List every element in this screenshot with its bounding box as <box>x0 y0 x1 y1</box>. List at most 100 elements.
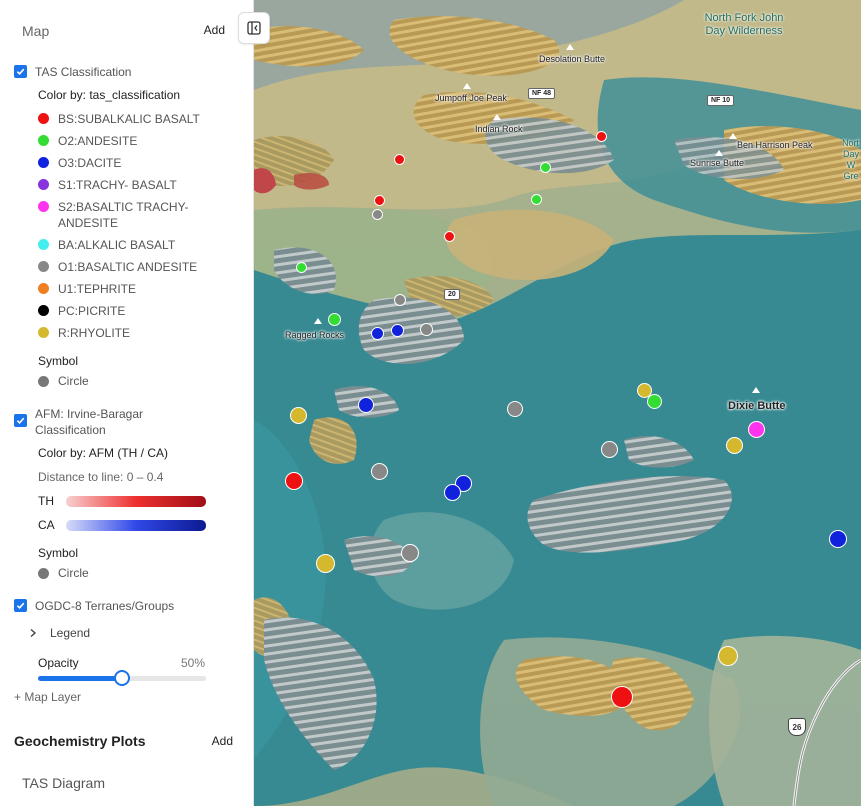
geochem-section-title: Geochemistry Plots <box>14 733 146 749</box>
sample-point[interactable] <box>531 194 542 205</box>
add-map-layer-button[interactable]: + Map Layer <box>14 690 81 704</box>
sample-point[interactable] <box>748 421 765 438</box>
th-label: TH <box>38 494 54 508</box>
desolation-butte-label: Desolation Butte <box>539 54 606 64</box>
sample-point[interactable] <box>372 209 383 220</box>
afm-color-by: Color by: AFM (TH / CA) <box>38 446 169 460</box>
sample-point[interactable] <box>290 407 307 424</box>
sample-point[interactable] <box>285 472 303 490</box>
legend-color-swatch <box>38 305 49 316</box>
sample-point[interactable] <box>371 463 388 480</box>
add-plot-button[interactable]: Add <box>212 734 233 748</box>
afm-layer-checkbox[interactable] <box>14 414 27 427</box>
legend-label: O2:ANDESITE <box>58 134 138 148</box>
tas-layer-checkbox[interactable] <box>14 65 27 78</box>
sample-point[interactable] <box>540 162 551 173</box>
legend-color-swatch <box>38 327 49 338</box>
th-color-ramp <box>66 495 206 507</box>
sample-point[interactable] <box>444 231 455 242</box>
ogdc-legend-toggle[interactable]: Legend <box>28 626 90 640</box>
tas-legend-item: BA:ALKALIC BASALT <box>38 237 218 253</box>
sample-point[interactable] <box>611 686 633 708</box>
sample-point[interactable] <box>401 544 419 562</box>
sample-point[interactable] <box>507 401 523 417</box>
peak-icon <box>566 44 574 50</box>
tas-legend-item: O3:DACITE <box>38 155 218 171</box>
sample-point[interactable] <box>371 327 384 340</box>
nf10-shield: NF 10 <box>707 95 735 106</box>
sample-point[interactable] <box>647 394 662 409</box>
tas-legend-list: BS:SUBALKALIC BASALT O2:ANDESITE O3:DACITE… <box>38 111 218 347</box>
opacity-slider-fill <box>38 676 122 681</box>
sample-point[interactable] <box>444 484 461 501</box>
tas-color-by: Color by: tas_classification <box>38 88 181 102</box>
check-icon <box>16 417 25 425</box>
th-ramp-row: TH <box>38 494 206 508</box>
sample-point[interactable] <box>328 313 341 326</box>
opacity-slider-thumb[interactable] <box>114 670 130 686</box>
tas-legend-item: S2:BASALTIC TRACHY-ANDESITE <box>38 199 218 231</box>
legend-label: PC:PICRITE <box>58 304 126 318</box>
tas-legend-item: BS:SUBALKALIC BASALT <box>38 111 218 127</box>
check-icon <box>16 602 25 610</box>
afm-symbol-label: Symbol <box>38 546 79 560</box>
afm-symbol-value: Circle <box>58 566 89 580</box>
sample-point[interactable] <box>718 646 738 666</box>
legend-label: O3:DACITE <box>58 156 122 170</box>
opacity-slider[interactable] <box>38 670 206 686</box>
plot-item-tas-diagram[interactable]: TAS Diagram <box>22 775 105 791</box>
add-map-button[interactable]: Add <box>204 23 225 37</box>
sample-point[interactable] <box>394 154 405 165</box>
legend-color-swatch <box>38 157 49 168</box>
map-view[interactable]: North Fork John Day Wilderness Desolatio… <box>254 0 861 806</box>
legend-label: R:RHYOLITE <box>58 326 131 340</box>
tas-symbol-value: Circle <box>58 374 89 388</box>
chevron-right-icon <box>30 628 37 638</box>
legend-label: U1:TEPHRITE <box>58 282 137 296</box>
tas-legend-item: O1:BASALTIC ANDESITE <box>38 259 218 275</box>
ogdc-layer-title: OGDC-8 Terranes/Groups <box>35 599 175 613</box>
sample-point[interactable] <box>601 441 618 458</box>
ca-ramp-row: CA <box>38 518 206 532</box>
afm-distance-range: Distance to line: 0 – 0.4 <box>38 470 164 484</box>
sample-point[interactable] <box>316 554 335 573</box>
peak-icon <box>463 83 471 89</box>
afm-layer-title: AFM: Irvine-Baragar Classification <box>35 407 144 437</box>
sample-point[interactable] <box>726 437 743 454</box>
sample-point[interactable] <box>420 323 433 336</box>
ogdc-layer-checkbox[interactable] <box>14 599 27 612</box>
collapse-sidebar-button[interactable] <box>238 12 270 44</box>
layers-sidebar: Map Add TAS Classification Color by: tas… <box>0 0 254 806</box>
legend-label: O1:BASALTIC ANDESITE <box>58 260 198 274</box>
sample-point[interactable] <box>596 131 607 142</box>
legend-color-swatch <box>38 201 49 212</box>
sample-point[interactable] <box>391 324 404 337</box>
wilderness-label: North Fork John Day Wilderness <box>704 12 784 37</box>
indian-rock-label: Indian Rock <box>475 124 523 134</box>
peak-icon <box>493 114 501 120</box>
ca-label: CA <box>38 518 55 532</box>
sample-point[interactable] <box>394 294 406 306</box>
peak-icon <box>752 387 760 393</box>
legend-color-swatch <box>38 113 49 124</box>
layer-tas: TAS Classification <box>14 64 215 80</box>
legend-label: BS:SUBALKALIC BASALT <box>58 112 200 126</box>
legend-color-swatch <box>38 135 49 146</box>
ca-color-ramp <box>66 519 206 531</box>
sunrise-butte-label: Sunrise Butte <box>690 158 745 168</box>
sample-point[interactable] <box>829 530 847 548</box>
legend-color-swatch <box>38 239 49 250</box>
afm-symbol-row: Circle <box>38 566 89 580</box>
opacity-label: Opacity <box>38 656 79 670</box>
jumpoff-joe-peak-label: Jumpoff Joe Peak <box>435 93 507 103</box>
legend-label: S1:TRACHY- BASALT <box>58 178 177 192</box>
sample-point[interactable] <box>358 397 374 413</box>
legend-color-swatch <box>38 261 49 272</box>
sample-point[interactable] <box>296 262 307 273</box>
nf48-shield: NF 48 <box>528 88 556 99</box>
sample-point[interactable] <box>374 195 385 206</box>
legend-color-swatch <box>38 179 49 190</box>
peak-icon <box>314 318 322 324</box>
tas-legend-item: PC:PICRITE <box>38 303 218 319</box>
tas-legend-item: R:RHYOLITE <box>38 325 218 341</box>
